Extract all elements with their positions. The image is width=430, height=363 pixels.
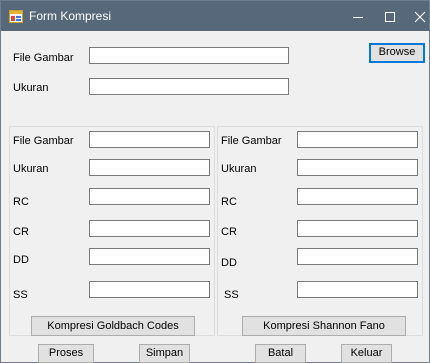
shannon-cr-label: CR — [221, 226, 237, 238]
file-gambar-input[interactable] — [89, 47, 289, 64]
maximize-icon — [385, 12, 395, 22]
file-gambar-label: File Gambar — [13, 52, 74, 64]
proses-button[interactable]: Proses — [38, 344, 94, 363]
window-title: Form Kompresi — [29, 9, 112, 23]
app-form-icon — [9, 10, 23, 23]
shannon-ss-input[interactable] — [297, 281, 418, 298]
goldbach-file-gambar-input[interactable] — [89, 131, 210, 148]
title-bar[interactable]: Form Kompresi — [1, 1, 429, 31]
form-kompresi-window: Form Kompresi File Gambar Browse Ukuran … — [0, 0, 430, 363]
goldbach-cr-label: CR — [13, 226, 29, 238]
goldbach-file-gambar-label: File Gambar — [13, 135, 74, 147]
ukuran-input[interactable] — [89, 78, 289, 95]
shannon-dd-input[interactable] — [297, 248, 418, 265]
kompresi-shannon-fano-button[interactable]: Kompresi Shannon Fano — [242, 316, 406, 336]
goldbach-rc-label: RC — [13, 196, 29, 208]
simpan-button[interactable]: Simpan — [139, 344, 190, 363]
goldbach-dd-label: DD — [13, 254, 29, 266]
shannon-rc-label: RC — [221, 196, 237, 208]
goldbach-ss-label: SS — [13, 289, 28, 301]
shannon-rc-input[interactable] — [297, 188, 418, 205]
goldbach-ss-input[interactable] — [89, 281, 210, 298]
keluar-button[interactable]: Keluar — [341, 344, 392, 363]
shannon-file-gambar-label: File Gambar — [221, 135, 282, 147]
shannon-ss-label: SS — [224, 289, 239, 301]
goldbach-ukuran-input[interactable] — [89, 159, 210, 176]
close-button[interactable] — [397, 1, 430, 31]
browse-button[interactable]: Browse — [369, 43, 425, 63]
kompresi-goldbach-button[interactable]: Kompresi Goldbach Codes — [31, 316, 195, 336]
close-icon — [414, 11, 426, 23]
goldbach-ukuran-label: Ukuran — [13, 163, 49, 175]
minimize-icon — [353, 17, 363, 18]
shannon-file-gambar-input[interactable] — [297, 131, 418, 148]
shannon-ukuran-input[interactable] — [297, 159, 418, 176]
ukuran-label: Ukuran — [13, 82, 49, 94]
goldbach-rc-input[interactable] — [89, 188, 210, 205]
batal-button[interactable]: Batal — [255, 344, 306, 363]
goldbach-dd-input[interactable] — [89, 248, 210, 265]
goldbach-cr-input[interactable] — [89, 220, 210, 237]
shannon-ukuran-label: Ukuran — [221, 163, 257, 175]
shannon-cr-input[interactable] — [297, 220, 418, 237]
shannon-dd-label: DD — [221, 257, 237, 269]
